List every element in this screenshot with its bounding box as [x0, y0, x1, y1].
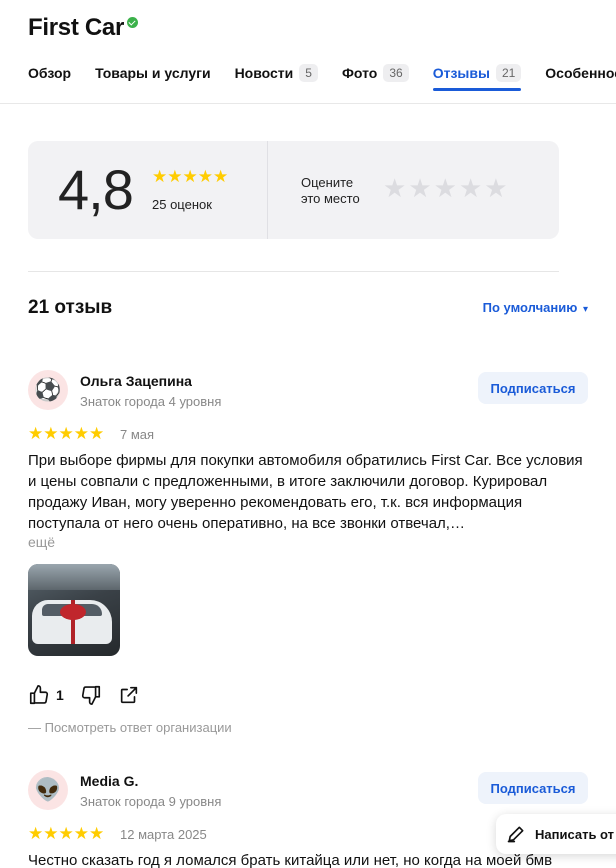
thumbs-down-icon: [81, 685, 100, 705]
avatar[interactable]: ⚽: [28, 370, 68, 410]
like-count: 1: [56, 687, 64, 703]
review-photo[interactable]: [28, 564, 120, 656]
write-review-label: Написать от: [535, 826, 615, 842]
avatar[interactable]: 👽: [28, 770, 68, 810]
subscribe-button[interactable]: Подписаться: [478, 372, 588, 404]
author-level: Знаток города 9 уровня: [80, 794, 222, 809]
chevron-down-icon: ▾: [582, 304, 588, 315]
rate-star-3-icon[interactable]: ★: [434, 175, 457, 201]
review-stars: ★★★★★: [28, 824, 105, 843]
rate-star-5-icon[interactable]: ★: [484, 175, 507, 201]
review-date: 7 мая: [120, 427, 155, 442]
write-review-button[interactable]: Написать от: [496, 814, 616, 854]
tab-reviews[interactable]: Отзывы 21: [432, 62, 522, 91]
rate-stars-input: ★ ★ ★ ★ ★: [383, 175, 510, 201]
divider: [28, 271, 559, 272]
tab-count-badge: 36: [383, 64, 409, 82]
tab-products-services[interactable]: Товары и услуги: [95, 62, 210, 84]
org-title: First Car: [28, 14, 124, 41]
author-name[interactable]: Ольга Зацепина: [80, 373, 192, 389]
rate-prompt-line: Оцените: [301, 175, 354, 190]
photo-ceiling: [28, 564, 120, 590]
dislike-button[interactable]: [80, 684, 102, 706]
tab-label: Товары и услуги: [95, 65, 211, 81]
rating-stars: ★★★★★: [152, 167, 229, 186]
verified-check-icon: [127, 16, 138, 28]
tab-features[interactable]: Особенности: [545, 62, 616, 84]
expand-review-link[interactable]: ещё: [28, 534, 55, 550]
rating-summary-card: 4,8 ★★★★★ 25 оценок Оцените это место ★ …: [28, 141, 559, 239]
review-card: ⚽ Ольга Зацепина Знаток города 4 уровня …: [28, 370, 588, 740]
thumbs-up-icon: [29, 685, 49, 705]
review-date: 12 марта 2025: [120, 827, 207, 842]
tab-bar: Обзор Товары и услуги Новости 5 Фото 36 От…: [28, 62, 616, 91]
sort-label: По умолчанию: [482, 300, 578, 315]
view-org-reply-link[interactable]: — Посмотреть ответ организации: [28, 720, 232, 735]
review-stars: ★★★★★: [28, 424, 105, 443]
tab-photos[interactable]: Фото 36: [342, 62, 409, 84]
tab-label: Особенности: [545, 65, 616, 81]
rate-star-1-icon[interactable]: ★: [383, 175, 406, 201]
rate-star-2-icon[interactable]: ★: [408, 175, 431, 201]
review-text: При выборе фирмы для покупки автомобиля …: [28, 452, 583, 532]
alien-icon: 👽: [34, 777, 62, 802]
tab-label: Новости: [234, 65, 294, 81]
photo-bow: [60, 604, 86, 620]
tab-overview[interactable]: Обзор: [28, 62, 71, 84]
sort-dropdown[interactable]: По умолчанию ▾: [483, 300, 588, 315]
pencil-icon: [507, 826, 524, 843]
tab-count-badge: 5: [299, 64, 318, 82]
rating-count: 25 оценок: [152, 197, 212, 212]
share-icon: [120, 686, 137, 704]
author-level: Знаток города 4 уровня: [80, 394, 222, 409]
rate-prompt: Оцените это место: [301, 175, 381, 207]
tab-news[interactable]: Новости 5: [235, 62, 318, 84]
tab-label: Фото: [341, 65, 378, 81]
soccer-ball-icon: ⚽: [34, 377, 62, 402]
share-button[interactable]: [118, 684, 140, 706]
title-row: First Car: [28, 14, 138, 42]
like-button[interactable]: 1: [28, 684, 64, 706]
rating-value: 4,8: [58, 158, 134, 221]
reviews-count: 21 отзыв: [28, 297, 113, 318]
subscribe-button[interactable]: Подписаться: [478, 772, 588, 804]
tab-count-badge: 21: [495, 64, 522, 82]
tab-label: Обзор: [28, 65, 72, 81]
review-actions: 1: [28, 684, 156, 706]
rate-star-4-icon[interactable]: ★: [459, 175, 482, 201]
org-header: First Car Обзор Товары и услуги Новости 5…: [0, 0, 616, 104]
rate-prompt-line: это место: [301, 191, 360, 206]
tab-label: Отзывы: [432, 65, 490, 81]
rating-summary: 4,8 ★★★★★ 25 оценок: [28, 141, 268, 239]
author-name[interactable]: Media G.: [80, 773, 138, 789]
